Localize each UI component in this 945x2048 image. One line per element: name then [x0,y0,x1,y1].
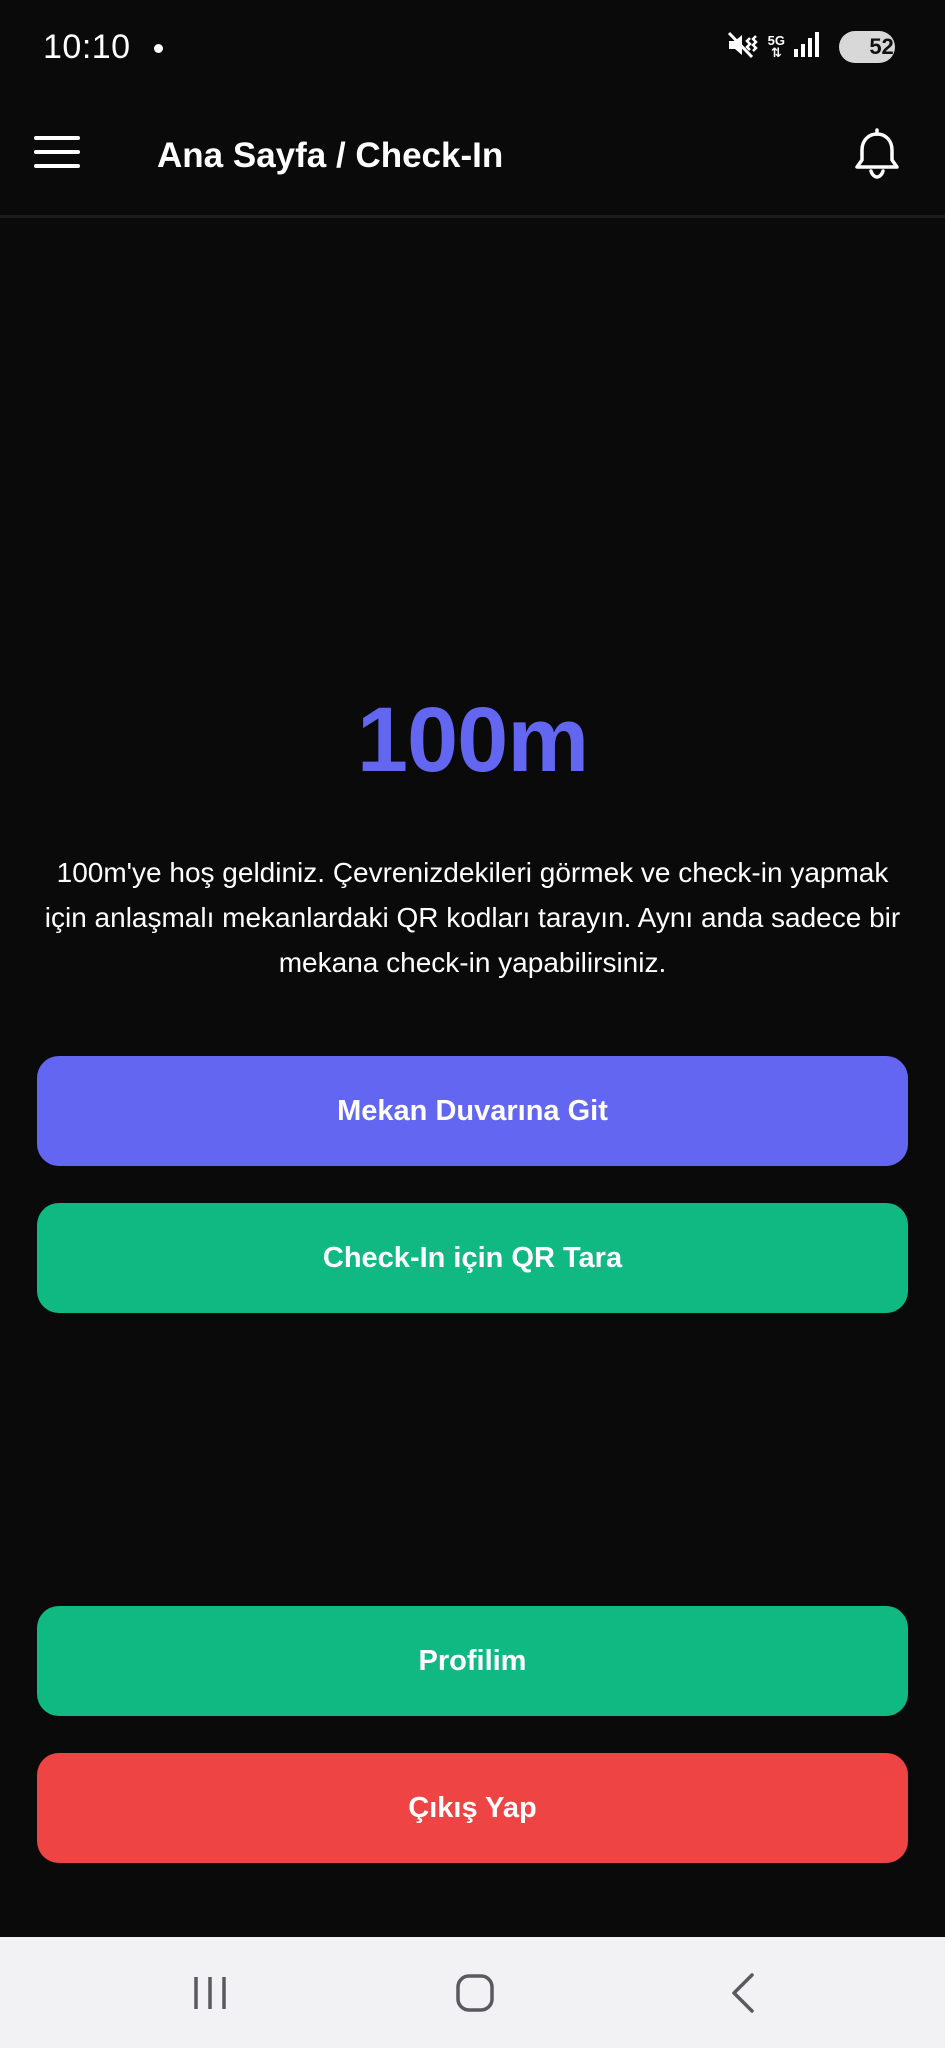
battery-indicator: 52 [839,31,895,63]
scan-qr-button[interactable]: Check-In için QR Tara [37,1203,908,1313]
recents-icon[interactable] [182,1965,242,2021]
logout-button[interactable]: Çıkış Yap [37,1753,908,1863]
back-icon[interactable] [712,1965,772,2021]
profile-button[interactable]: Profilim [37,1606,908,1716]
home-icon[interactable] [445,1965,505,2021]
battery-percent: 52 [869,34,894,59]
status-bar: 10:10 5G ⇅ 52 [0,0,945,96]
signal-bars-icon [793,31,819,63]
screen: 10:10 5G ⇅ 52 Ana Sayfa / Check-In 100m … [0,0,945,2048]
notification-dot [154,44,163,53]
welcome-text: 100m'ye hoş geldiniz. Çevrenizdekileri g… [44,857,901,978]
page-title: Ana Sayfa / Check-In [157,136,504,175]
bell-icon[interactable] [849,126,905,182]
brand-logo-text: 100m [356,689,589,791]
status-icons: 5G ⇅ 52 [726,30,895,64]
network-type: 5G ⇅ [767,33,785,60]
app-bar: Ana Sayfa / Check-In [0,96,945,218]
hamburger-menu-icon[interactable] [34,136,80,172]
venue-wall-button[interactable]: Mekan Duvarına Git [37,1056,908,1166]
status-time: 10:10 [43,28,131,66]
vibrate-mute-icon [726,30,760,65]
system-nav-bar [0,1937,945,2048]
